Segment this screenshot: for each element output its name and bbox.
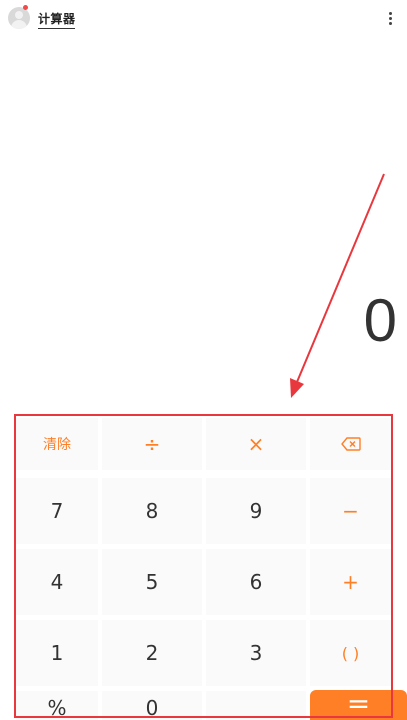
digit-0-button[interactable]: 0 bbox=[102, 691, 202, 720]
plus-button[interactable]: + bbox=[310, 549, 391, 615]
digit-6-button[interactable]: 6 bbox=[206, 549, 306, 615]
equals-button[interactable]: = bbox=[310, 687, 407, 720]
digit-7-button[interactable]: 7 bbox=[16, 478, 98, 544]
multiply-button[interactable]: × bbox=[206, 418, 306, 470]
digit-8-button[interactable]: 8 bbox=[102, 478, 202, 544]
digit-2-button[interactable]: 2 bbox=[102, 620, 202, 686]
digit-3-button[interactable]: 3 bbox=[206, 620, 306, 686]
digit-5-button[interactable]: 5 bbox=[102, 549, 202, 615]
minus-button[interactable]: − bbox=[310, 478, 391, 544]
divide-button[interactable]: ÷ bbox=[102, 418, 202, 470]
digit-9-button[interactable]: 9 bbox=[206, 478, 306, 544]
digit-4-button[interactable]: 4 bbox=[16, 549, 98, 615]
decimal-point-button[interactable] bbox=[206, 691, 306, 720]
parentheses-button[interactable]: ( ) bbox=[310, 620, 391, 686]
digit-1-button[interactable]: 1 bbox=[16, 620, 98, 686]
backspace-button[interactable] bbox=[310, 418, 391, 470]
percent-button[interactable]: % bbox=[16, 691, 98, 720]
clear-button[interactable]: 清除 bbox=[16, 418, 98, 470]
backspace-icon bbox=[340, 437, 361, 451]
